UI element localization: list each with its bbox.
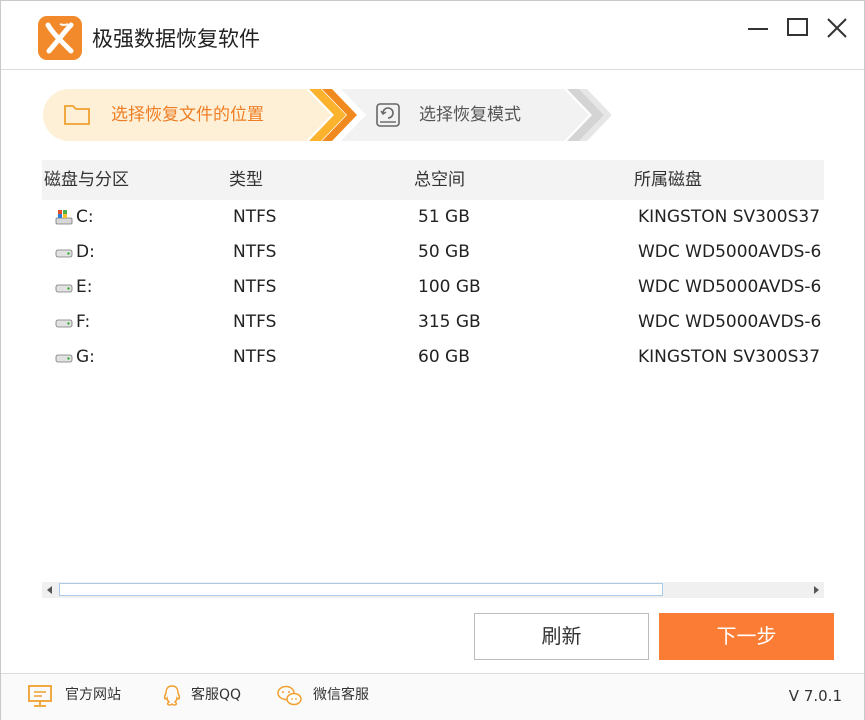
table-row[interactable]: E: NTFS 100 GB WDC WD5000AVDS-6 — [42, 270, 824, 305]
column-header-size[interactable]: 总空间 — [414, 168, 465, 192]
table-row[interactable]: G: NTFS 60 GB KINGSTON SV300S37 — [42, 340, 824, 375]
recovery-mode-icon — [375, 102, 401, 132]
close-icon — [827, 18, 847, 38]
partition-type: NTFS — [233, 207, 277, 227]
minimize-button[interactable] — [745, 15, 771, 41]
partition-size: 60 GB — [418, 347, 470, 367]
wechat-support-label: 微信客服 — [313, 687, 369, 703]
step-select-mode[interactable]: 选择恢复模式 — [419, 103, 521, 127]
column-header-disk[interactable]: 所属磁盘 — [634, 168, 702, 192]
column-header-type[interactable]: 类型 — [229, 168, 263, 192]
refresh-button[interactable]: 刷新 — [474, 613, 649, 660]
partition-size: 100 GB — [418, 277, 481, 297]
table-row[interactable]: D: NTFS 50 GB WDC WD5000AVDS-6 — [42, 235, 824, 270]
partition-size: 315 GB — [418, 312, 481, 332]
hard-drive-icon — [55, 284, 73, 293]
title-bar: 极强数据恢复软件 — [1, 1, 864, 70]
partition-table: C: NTFS 51 GB KINGSTON SV300S37 D: NTFS … — [42, 200, 824, 580]
version-label: V 7.0.1 — [788, 687, 842, 705]
hard-drive-icon — [55, 249, 73, 258]
partition-disk: KINGSTON SV300S37 — [638, 207, 821, 227]
partition-disk: KINGSTON SV300S37 — [638, 347, 821, 367]
partition-size: 51 GB — [418, 207, 470, 227]
hard-drive-icon — [55, 354, 73, 363]
partition-type: NTFS — [233, 277, 277, 297]
scroll-left-icon[interactable] — [45, 585, 55, 595]
partition-type: NTFS — [233, 312, 277, 332]
website-label: 官方网站 — [65, 687, 121, 703]
partition-name: E: — [76, 277, 93, 297]
partition-disk: WDC WD5000AVDS-6 — [638, 312, 822, 332]
partition-disk: WDC WD5000AVDS-6 — [638, 277, 822, 297]
table-row[interactable]: C: NTFS 51 GB KINGSTON SV300S37 — [42, 200, 824, 235]
partition-type: NTFS — [233, 347, 277, 367]
qq-icon — [163, 685, 181, 706]
app-title: 极强数据恢复软件 — [92, 27, 260, 51]
step-select-location[interactable]: 选择恢复文件的位置 — [111, 103, 264, 127]
website-link[interactable]: 官方网站 — [27, 682, 137, 710]
close-button[interactable] — [824, 15, 850, 41]
next-step-button[interactable]: 下一步 — [659, 613, 834, 660]
wechat-support-link[interactable]: 微信客服 — [276, 682, 386, 710]
maximize-button[interactable] — [785, 15, 811, 41]
wechat-icon — [277, 685, 302, 706]
table-row[interactable]: F: NTFS 315 GB WDC WD5000AVDS-6 — [42, 305, 824, 340]
hard-drive-icon — [55, 319, 73, 328]
partition-name: G: — [76, 347, 95, 367]
partition-type: NTFS — [233, 242, 277, 262]
partition-name: F: — [76, 312, 91, 332]
folder-icon — [63, 102, 91, 130]
monitor-icon — [28, 685, 52, 707]
qq-support-link[interactable]: 客服QQ — [160, 682, 260, 710]
horizontal-scrollbar[interactable] — [42, 582, 824, 598]
qq-support-label: 客服QQ — [191, 687, 242, 703]
column-header-partition[interactable]: 磁盘与分区 — [44, 168, 129, 192]
maximize-icon — [787, 18, 808, 36]
partition-name: D: — [76, 242, 95, 262]
partition-name: C: — [76, 207, 94, 227]
partition-size: 50 GB — [418, 242, 470, 262]
table-header: 磁盘与分区 类型 总空间 所属磁盘 — [42, 160, 824, 200]
partition-disk: WDC WD5000AVDS-6 — [638, 242, 822, 262]
scroll-right-icon[interactable] — [811, 585, 821, 595]
scrollbar-thumb[interactable] — [59, 583, 663, 596]
app-window: 极强数据恢复软件 选择恢复文件的位置 选择恢复模式 磁盘与分区 类型 总空间 所… — [0, 0, 865, 720]
minimize-icon — [748, 28, 768, 30]
footer: 官方网站 客服QQ 微信客服 V 7.0.1 — [1, 673, 864, 720]
app-logo-icon — [38, 16, 82, 60]
system-drive-icon — [55, 210, 73, 225]
